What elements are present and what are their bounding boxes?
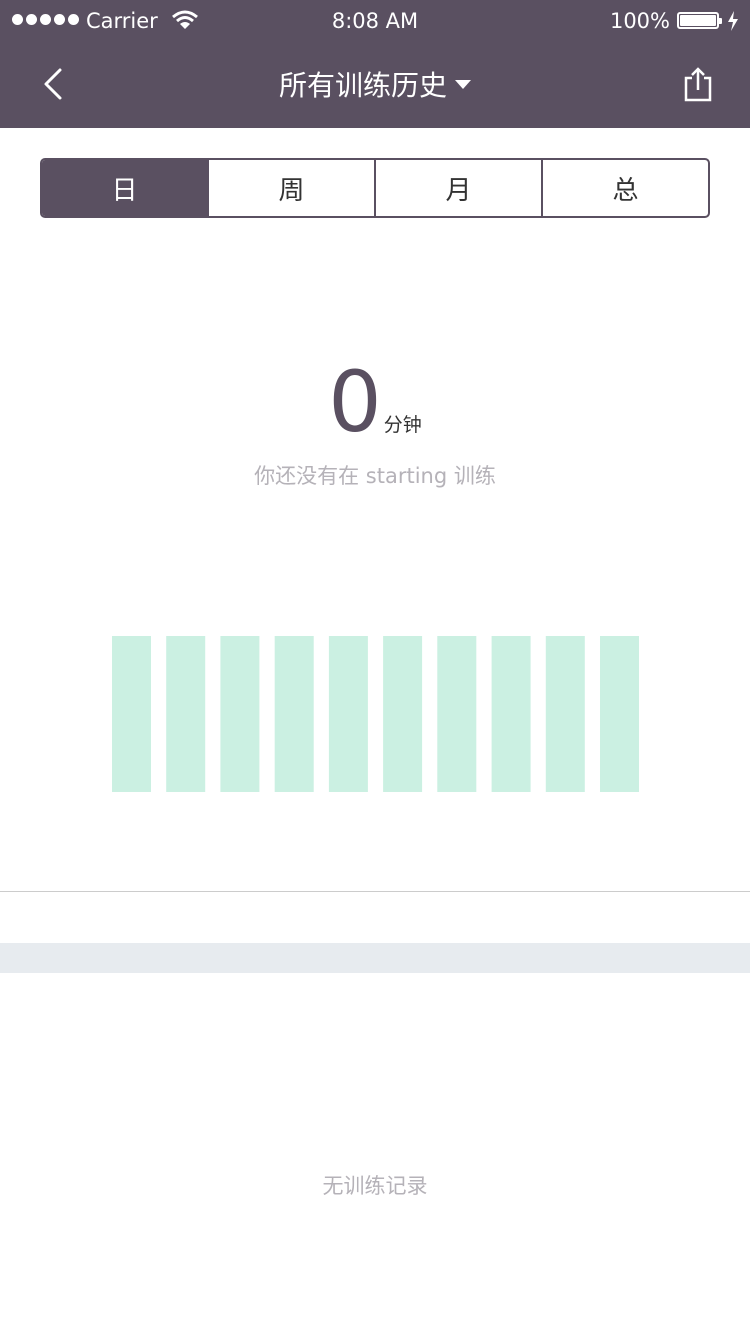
chart-bar-5 (328, 636, 368, 792)
chart-bar-8 (491, 636, 531, 792)
share-icon[interactable] (683, 66, 713, 102)
duration-summary: 0 分钟 (0, 360, 750, 444)
page-title: 所有训练历史 (278, 69, 447, 102)
duration-unit: 分钟 (383, 414, 422, 436)
caret-down-icon (455, 79, 471, 89)
segment-week[interactable]: 周 (207, 160, 374, 216)
title-dropdown[interactable]: 所有训练历史 (0, 64, 750, 104)
top-bar: Carrier 8:08 AM 100% 所有训练历史 (0, 0, 750, 128)
daily-training-chart (112, 636, 639, 792)
empty-records-text: 无训练记录 (322, 1174, 428, 1198)
battery-percentage: 100% (609, 9, 670, 33)
segment-day[interactable]: 日 (42, 160, 207, 216)
section-divider (0, 891, 750, 892)
chart-bar-1 (112, 636, 151, 792)
period-segmented-control: 日 周 月 总 (40, 158, 710, 218)
status-bar: Carrier 8:08 AM 100% (0, 0, 750, 44)
chart-bar-10 (600, 636, 639, 792)
chart-bar-9 (545, 636, 585, 792)
chart-bar-4 (274, 636, 314, 792)
charging-icon (728, 11, 738, 31)
section-separator-band (0, 943, 750, 973)
navigation-bar: 所有训练历史 (0, 44, 750, 128)
duration-value: 0 (328, 353, 382, 451)
segment-total[interactable]: 总 (541, 160, 708, 216)
chart-bar-3 (220, 636, 260, 792)
battery-icon (677, 12, 722, 29)
no-training-hint: 你还没有在 starting 训练 (254, 464, 496, 488)
chart-bar-7 (437, 636, 477, 792)
chart-bar-2 (166, 636, 206, 792)
chart-bar-6 (383, 636, 423, 792)
segment-month[interactable]: 月 (374, 160, 541, 216)
